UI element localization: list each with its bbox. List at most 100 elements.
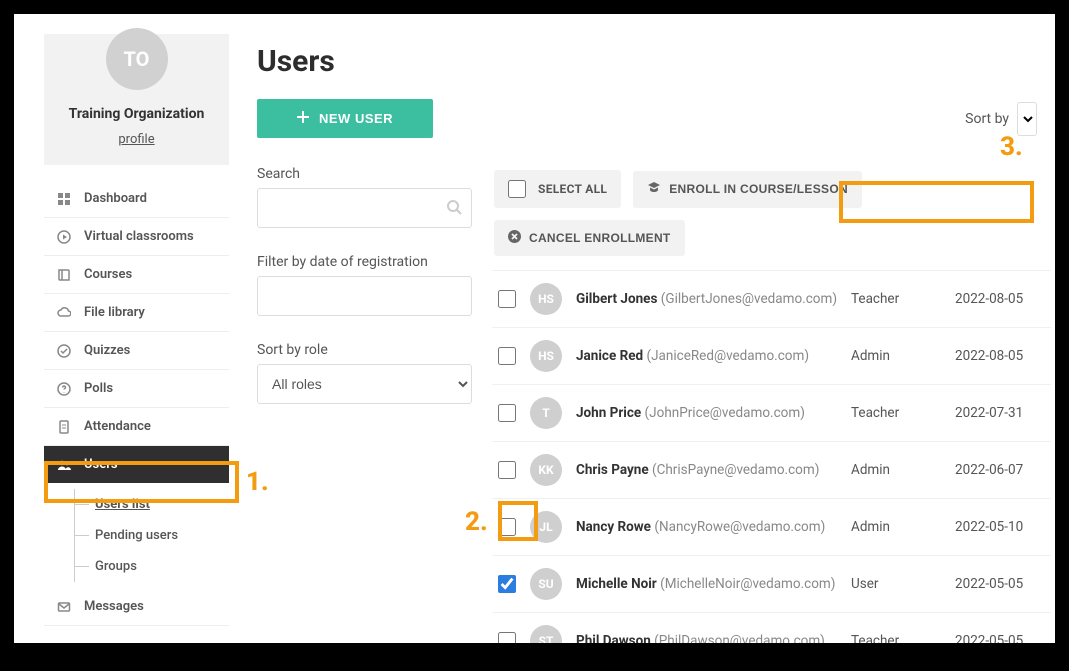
sidebar-subitem-users-list[interactable]: Users list [75,489,229,520]
user-date-cell: 2022-08-05 [955,348,1045,364]
sidebar-subitem-pending-users[interactable]: Pending users [75,520,229,551]
row-checkbox[interactable] [498,461,516,479]
search-label: Search [257,166,472,182]
sidebar-item-file-library[interactable]: File library [44,294,229,332]
user-date-cell: 2022-05-05 [955,633,1045,643]
graduation-icon [647,181,661,198]
users-list: SELECT ALL ENROLL IN COURSE/LESSON CANCE… [492,166,1051,643]
user-name-cell[interactable]: Phil Dawson (PhilDawson@vedamo.com) [576,633,837,643]
sidebar-item-dashboard[interactable]: Dashboard [44,180,229,218]
main-content: Users NEW USER Sort by Search [239,14,1055,643]
check-icon [56,344,72,358]
user-name-cell[interactable]: Nancy Rowe (NancyRowe@vedamo.com) [576,519,837,535]
nav-label: File library [84,305,145,320]
select-all-label: SELECT ALL [538,182,607,196]
nav-label: Virtual classrooms [84,229,194,244]
user-role-cell: Admin [851,348,941,364]
date-filter-input[interactable] [257,276,472,316]
user-role-cell: Admin [851,519,941,535]
role-filter-select[interactable]: All roles [257,364,472,404]
user-date-cell: 2022-05-05 [955,576,1045,592]
sidebar-subitem-groups[interactable]: Groups [75,551,229,582]
user-avatar: HS [530,283,562,315]
org-avatar: TO [106,28,168,90]
cancel-label: CANCEL ENROLLMENT [529,231,671,245]
row-checkbox[interactable] [498,518,516,536]
sidebar-item-virtual-classrooms[interactable]: Virtual classrooms [44,218,229,256]
user-date-cell: 2022-07-31 [955,405,1045,421]
user-name-cell[interactable]: Janice Red (JaniceRed@vedamo.com) [576,348,837,364]
row-checkbox[interactable] [498,632,516,643]
table-row: JLNancy Rowe (NancyRowe@vedamo.com)Admin… [492,498,1051,555]
select-all-group: SELECT ALL [494,170,621,208]
sort-by-control: Sort by [965,102,1037,136]
user-avatar: KK [530,454,562,486]
filters-panel: Search Filter by date of registration So… [257,166,472,643]
sidebar-submenu: Users listPending usersGroups [74,489,229,582]
user-role-cell: Admin [851,462,941,478]
sort-by-select[interactable] [1017,102,1037,136]
sort-by-label: Sort by [965,111,1009,127]
main-nav: Dashboard Virtual classrooms Courses File l… [44,180,229,626]
row-checkbox[interactable] [498,347,516,365]
role-filter-label: Sort by role [257,342,472,358]
users-icon [56,458,72,472]
user-avatar: HS [530,340,562,372]
nav-label: Quizzes [84,343,130,358]
table-row: ST Phil Dawson (PhilDawson@vedamo.com) Tea… [492,612,1051,643]
row-checkbox[interactable] [498,290,516,308]
user-date-cell: 2022-08-05 [955,291,1045,307]
row-checkbox[interactable] [498,404,516,422]
row-checkbox[interactable] [498,575,516,593]
new-user-button[interactable]: NEW USER [257,99,433,138]
user-date-cell: 2022-05-10 [955,519,1045,535]
table-row: HS Gilbert Jones (GilbertJones@vedamo.com… [492,270,1051,327]
help-icon [56,382,72,396]
doc-icon [56,420,72,434]
book-icon [56,268,72,282]
sidebar-item-users[interactable]: Users [44,446,229,483]
table-row: HS Janice Red (JaniceRed@vedamo.com) Admin… [492,327,1051,384]
enroll-button[interactable]: ENROLL IN COURSE/LESSON [633,171,862,208]
mail-icon [56,600,72,614]
user-date-cell: 2022-06-07 [955,462,1045,478]
user-name-cell[interactable]: John Price (JohnPrice@vedamo.com) [576,405,837,421]
org-card: TO Training Organization profile [44,34,229,165]
search-input[interactable] [257,188,472,228]
user-role-cell: Teacher [851,291,941,307]
date-filter-label: Filter by date of registration [257,254,472,270]
table-row: SU Michelle Noir (MichelleNoir@vedamo.com… [492,555,1051,612]
table-row: KK Chris Payne (ChrisPayne@vedamo.com) Adm… [492,441,1051,498]
user-name-cell[interactable]: Chris Payne (ChrisPayne@vedamo.com) [576,462,837,478]
sidebar-item-polls[interactable]: Polls [44,370,229,408]
nav-label: Attendance [84,419,151,434]
user-role-cell: Teacher [851,405,941,421]
org-profile-link[interactable]: profile [118,132,154,147]
user-role-cell: User [851,576,941,592]
cancel-icon [508,230,521,246]
play-icon [56,230,72,244]
nav-label: Polls [84,381,113,396]
search-icon [446,199,462,219]
table-row: T John Price (JohnPrice@vedamo.com) Teache… [492,384,1051,441]
user-avatar: SU [530,568,562,600]
nav-label: Users [84,457,118,472]
sidebar: TO Training Organization profile Dashboa… [14,14,239,643]
sidebar-item-attendance[interactable]: Attendance [44,408,229,446]
cancel-enrollment-button[interactable]: CANCEL ENROLLMENT [494,220,685,256]
grid-icon [56,192,72,206]
sidebar-item-quizzes[interactable]: Quizzes [44,332,229,370]
user-avatar: ST [530,625,562,643]
user-name-cell[interactable]: Michelle Noir (MichelleNoir@vedamo.com) [576,576,837,592]
user-avatar: T [530,397,562,429]
sidebar-item-messages[interactable]: Messages [44,588,229,626]
nav-label: Courses [84,267,132,282]
select-all-checkbox[interactable] [508,180,526,198]
user-name-cell[interactable]: Gilbert Jones (GilbertJones@vedamo.com) [576,291,837,307]
user-role-cell: Teacher [851,633,941,643]
page-title: Users [257,44,1037,79]
sidebar-item-courses[interactable]: Courses [44,256,229,294]
cloud-icon [56,306,72,320]
nav-label: Dashboard [84,191,147,206]
list-toolbar: SELECT ALL ENROLL IN COURSE/LESSON CANCE… [492,166,1051,270]
